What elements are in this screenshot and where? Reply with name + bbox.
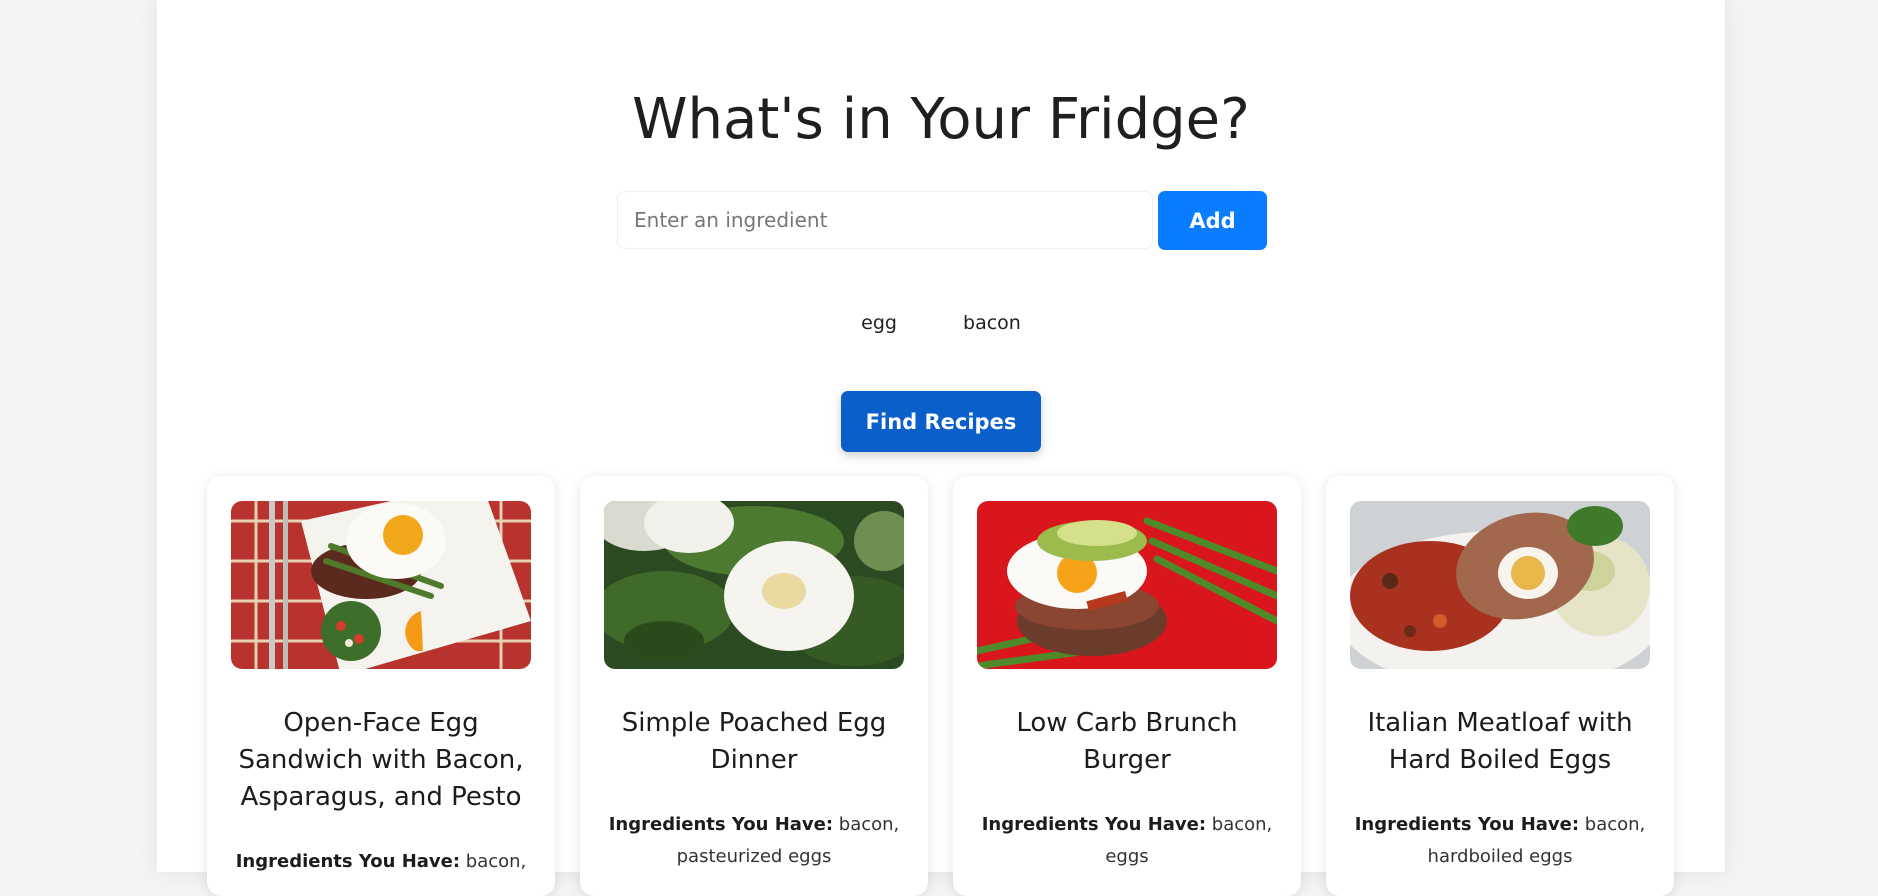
recipe-ingredients: Ingredients You Have: bacon,	[231, 846, 531, 878]
recipe-card[interactable]: Simple Poached Egg Dinner Ingredients Yo…	[580, 476, 928, 896]
recipe-title[interactable]: Simple Poached Egg Dinner	[604, 705, 904, 779]
recipe-ingredients: Ingredients You Have: bacon, eggs	[977, 809, 1277, 873]
ingredients-label: Ingredients You Have:	[981, 814, 1207, 835]
main-container: What's in Your Fridge? Add egg bacon Fin…	[157, 0, 1725, 896]
recipe-image[interactable]	[977, 501, 1277, 669]
recipe-ingredients: Ingredients You Have: bacon, hardboiled …	[1350, 809, 1650, 873]
recipe-card[interactable]: Low Carb Brunch Burger Ingredients You H…	[953, 476, 1301, 896]
recipe-image[interactable]	[604, 501, 904, 669]
page-title: What's in Your Fridge?	[632, 87, 1250, 152]
ingredient-form: Add	[617, 191, 1267, 251]
recipe-image[interactable]	[1350, 501, 1650, 669]
ingredient-list: egg bacon	[157, 308, 1725, 338]
recipe-grid: Open-Face Egg Sandwich with Bacon, Aspar…	[207, 476, 1677, 896]
ingredient-chip[interactable]: bacon	[963, 308, 1021, 338]
recipe-image[interactable]	[231, 501, 531, 669]
ingredients-label: Ingredients You Have:	[235, 851, 461, 872]
ingredients-label: Ingredients You Have:	[1354, 814, 1580, 835]
ingredient-chip[interactable]: egg	[861, 308, 897, 338]
recipe-title[interactable]: Low Carb Brunch Burger	[977, 705, 1277, 779]
ingredients-label: Ingredients You Have:	[608, 814, 834, 835]
find-recipes-button[interactable]: Find Recipes	[841, 391, 1041, 452]
recipe-title[interactable]: Open-Face Egg Sandwich with Bacon, Aspar…	[231, 705, 531, 816]
ingredients-value: bacon,	[465, 851, 527, 872]
recipe-title[interactable]: Italian Meatloaf with Hard Boiled Eggs	[1350, 705, 1650, 779]
recipe-card[interactable]: Italian Meatloaf with Hard Boiled Eggs I…	[1326, 476, 1674, 896]
add-button[interactable]: Add	[1158, 191, 1267, 250]
ingredient-input[interactable]	[617, 191, 1153, 249]
recipe-ingredients: Ingredients You Have: bacon, pasteurized…	[604, 809, 904, 873]
recipe-card[interactable]: Open-Face Egg Sandwich with Bacon, Aspar…	[207, 476, 555, 896]
